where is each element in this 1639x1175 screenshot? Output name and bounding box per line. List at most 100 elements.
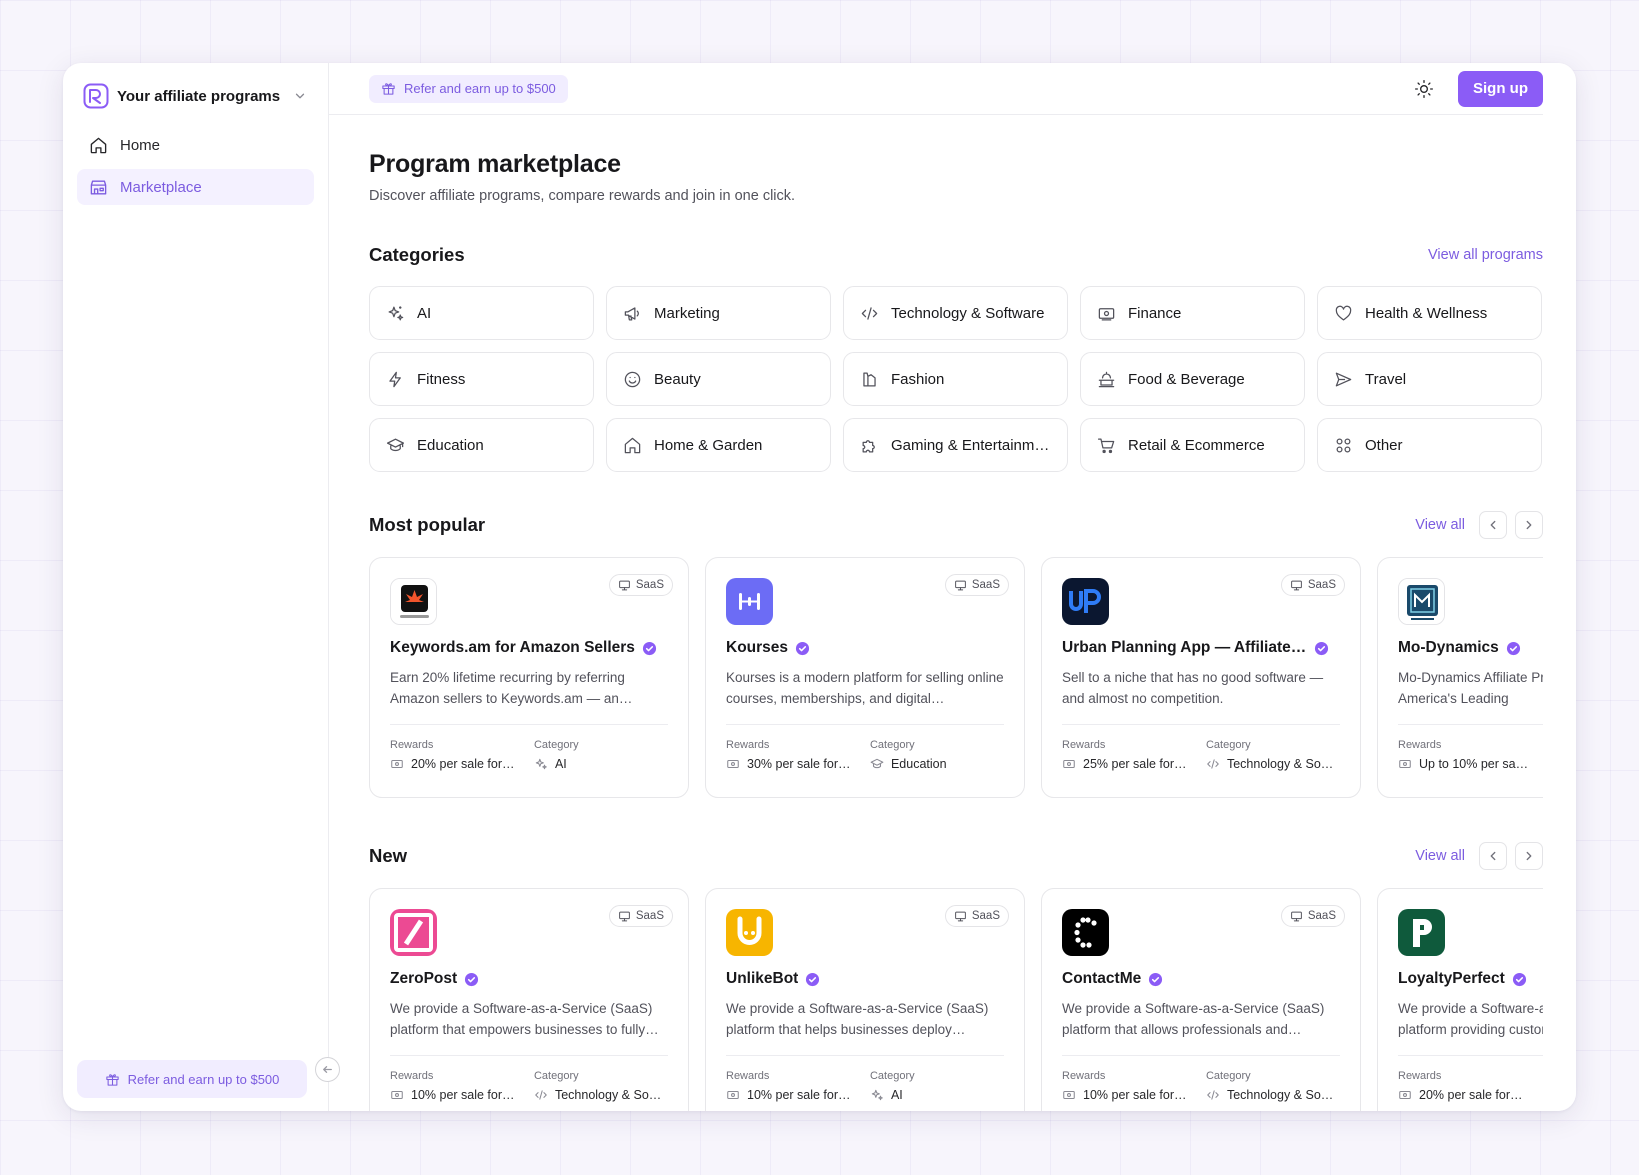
category-education[interactable]: Education bbox=[369, 418, 594, 472]
saas-badge: SaaS bbox=[1280, 574, 1345, 596]
rewards-value: Up to 10% per sa… bbox=[1398, 757, 1543, 771]
program-card[interactable]: SaaS UnlikeBot We provide a Software-as-… bbox=[705, 888, 1025, 1111]
gift-icon bbox=[382, 83, 395, 95]
program-card[interactable]: SaaS Kourses Kourses is a modern platfor… bbox=[705, 557, 1025, 798]
badge-label: SaaS bbox=[1307, 579, 1336, 591]
main-content: Refer and earn up to $500 Sign up Progra… bbox=[329, 63, 1576, 1111]
rewards-label: Rewards bbox=[1398, 739, 1442, 751]
rewards-text: 10% per sale fore… bbox=[747, 1088, 857, 1102]
sidebar: Your affiliate programs Home Marketplace… bbox=[63, 63, 340, 1111]
category-fashion[interactable]: Fashion bbox=[843, 352, 1068, 406]
categories-title: Categories bbox=[369, 244, 465, 265]
badge-label: SaaS bbox=[971, 910, 1000, 922]
program-meta: Rewards 20% per sale for… bbox=[1398, 1070, 1543, 1102]
program-card[interactable]: SaaS Urban Planning App — Affiliate P… S… bbox=[1041, 557, 1361, 798]
rewards-text: 10% per sale fore… bbox=[411, 1088, 521, 1102]
content-right-gutter bbox=[1543, 63, 1576, 1111]
send-icon bbox=[1335, 372, 1352, 386]
view-all-programs-link[interactable]: View all programs bbox=[1428, 247, 1543, 263]
monitor-icon bbox=[954, 580, 966, 590]
rewards-column: Rewards 20% per sale for… bbox=[390, 739, 534, 771]
cart-icon bbox=[1097, 438, 1115, 453]
sign-up-button[interactable]: Sign up bbox=[1458, 70, 1543, 107]
rewards-text: 20% per sale for… bbox=[411, 757, 515, 771]
category-travel[interactable]: Travel bbox=[1317, 352, 1542, 406]
collapse-sidebar-button[interactable] bbox=[315, 1057, 340, 1082]
rewards-value: 25% per sale for… bbox=[1062, 757, 1206, 771]
rewards-column: Rewards Up to 10% per sa… bbox=[1398, 739, 1543, 771]
topbar-refer-button[interactable]: Refer and earn up to $500 bbox=[369, 74, 568, 103]
category-food-beverage[interactable]: Food & Beverage bbox=[1080, 352, 1305, 406]
badge-label: SaaS bbox=[1307, 910, 1336, 922]
category-label: Gaming & Entertainment bbox=[891, 436, 1051, 454]
sidebar-item-home[interactable]: Home bbox=[77, 127, 314, 163]
chevron-right-icon bbox=[1526, 520, 1532, 530]
program-card[interactable]: SaaS Keywords.am for Amazon Sellers Earn… bbox=[369, 557, 689, 798]
program-card[interactable]: LoyaltyPerfect We provide a Software-as-… bbox=[1377, 888, 1543, 1111]
sun-icon[interactable] bbox=[1414, 79, 1434, 99]
category-other[interactable]: Other bbox=[1317, 418, 1542, 472]
workspace-switcher[interactable]: Your affiliate programs bbox=[83, 80, 307, 112]
category-label: Food & Beverage bbox=[1128, 370, 1245, 388]
category-text: Education bbox=[890, 757, 947, 771]
banknote-icon bbox=[1063, 1090, 1075, 1100]
rewards-label: Rewards bbox=[1062, 1070, 1106, 1082]
new-track: SaaS ZeroPost We provide a Software-as-a… bbox=[369, 888, 1543, 1111]
saas-badge: SaaS bbox=[1280, 905, 1345, 927]
card-divider bbox=[390, 724, 668, 725]
new-view-all-link[interactable]: View all bbox=[1415, 848, 1465, 864]
rewards-text: 20% per sale for… bbox=[1419, 1088, 1523, 1102]
program-name-text: LoyaltyPerfect bbox=[1398, 970, 1505, 987]
sidebar-item-marketplace[interactable]: Marketplace bbox=[77, 169, 314, 205]
rewards-label: Rewards bbox=[726, 1070, 770, 1082]
category-retail-ecommerce[interactable]: Retail & Ecommerce bbox=[1080, 418, 1305, 472]
home-icon bbox=[90, 137, 107, 153]
program-meta: Rewards 10% per sale fore… Category AI bbox=[726, 1070, 1004, 1102]
program-meta: Rewards 10% per sale fore… Category Tech… bbox=[1062, 1070, 1340, 1102]
category-column: Category Education bbox=[870, 739, 1004, 771]
program-name-text: Kourses bbox=[726, 639, 789, 656]
program-description: We provide a Software-as-a-Service (SaaS… bbox=[726, 1001, 989, 1037]
brand-logo-icon bbox=[83, 83, 109, 109]
program-description: Earn 20% lifetime recurring by referring… bbox=[390, 670, 633, 706]
category-marketing[interactable]: Marketing bbox=[606, 286, 831, 340]
category-beauty[interactable]: Beauty bbox=[606, 352, 831, 406]
new-next-button[interactable] bbox=[1515, 842, 1543, 870]
rewards-value: 10% per sale fore… bbox=[390, 1088, 534, 1102]
most-popular-next-button[interactable] bbox=[1515, 511, 1543, 539]
sparkles-icon bbox=[388, 305, 404, 320]
card-divider bbox=[726, 1055, 1004, 1056]
new-prev-button[interactable] bbox=[1479, 842, 1507, 870]
category-finance[interactable]: Finance bbox=[1080, 286, 1305, 340]
program-name: Urban Planning App — Affiliate P… bbox=[1062, 639, 1340, 657]
program-name-text: ZeroPost bbox=[390, 970, 458, 987]
program-name-text: ContactMe bbox=[1062, 970, 1142, 987]
program-card[interactable]: SaaS ZeroPost We provide a Software-as-a… bbox=[369, 888, 689, 1111]
monitor-icon bbox=[618, 580, 630, 590]
monitor-icon bbox=[1290, 580, 1302, 590]
monitor-icon bbox=[618, 911, 630, 921]
category-fitness[interactable]: Fitness bbox=[369, 352, 594, 406]
contactme-logo bbox=[1062, 909, 1109, 956]
category-column: Category Technology & So… bbox=[534, 1070, 668, 1102]
rewards-label: Rewards bbox=[1062, 739, 1106, 751]
category-ai[interactable]: AI bbox=[369, 286, 594, 340]
category-health-wellness[interactable]: Health & Wellness bbox=[1317, 286, 1542, 340]
chevron-down-icon bbox=[295, 93, 305, 99]
most-popular-prev-button[interactable] bbox=[1479, 511, 1507, 539]
category-label: Beauty bbox=[654, 370, 701, 388]
home-icon bbox=[624, 437, 641, 453]
verified-badge-icon bbox=[1149, 972, 1163, 986]
banknote-icon bbox=[727, 1090, 739, 1100]
category-technology-software[interactable]: Technology & Software bbox=[843, 286, 1068, 340]
category-label: Category bbox=[869, 1070, 915, 1082]
category-gaming-entertainment[interactable]: Gaming & Entertainment bbox=[843, 418, 1068, 472]
saas-badge: SaaS bbox=[944, 905, 1009, 927]
program-card[interactable]: Mo-Dynamics Mo-Dynamics Affiliate Progra… bbox=[1377, 557, 1543, 798]
category-home-garden[interactable]: Home & Garden bbox=[606, 418, 831, 472]
rewards-label: Rewards bbox=[390, 1070, 434, 1082]
sidebar-refer-button[interactable]: Refer and earn up to $500 bbox=[77, 1060, 307, 1098]
program-card[interactable]: SaaS ContactMe We provide a Software-as-… bbox=[1041, 888, 1361, 1111]
category-column: Category AI bbox=[534, 739, 668, 771]
most-popular-view-all-link[interactable]: View all bbox=[1415, 517, 1465, 533]
